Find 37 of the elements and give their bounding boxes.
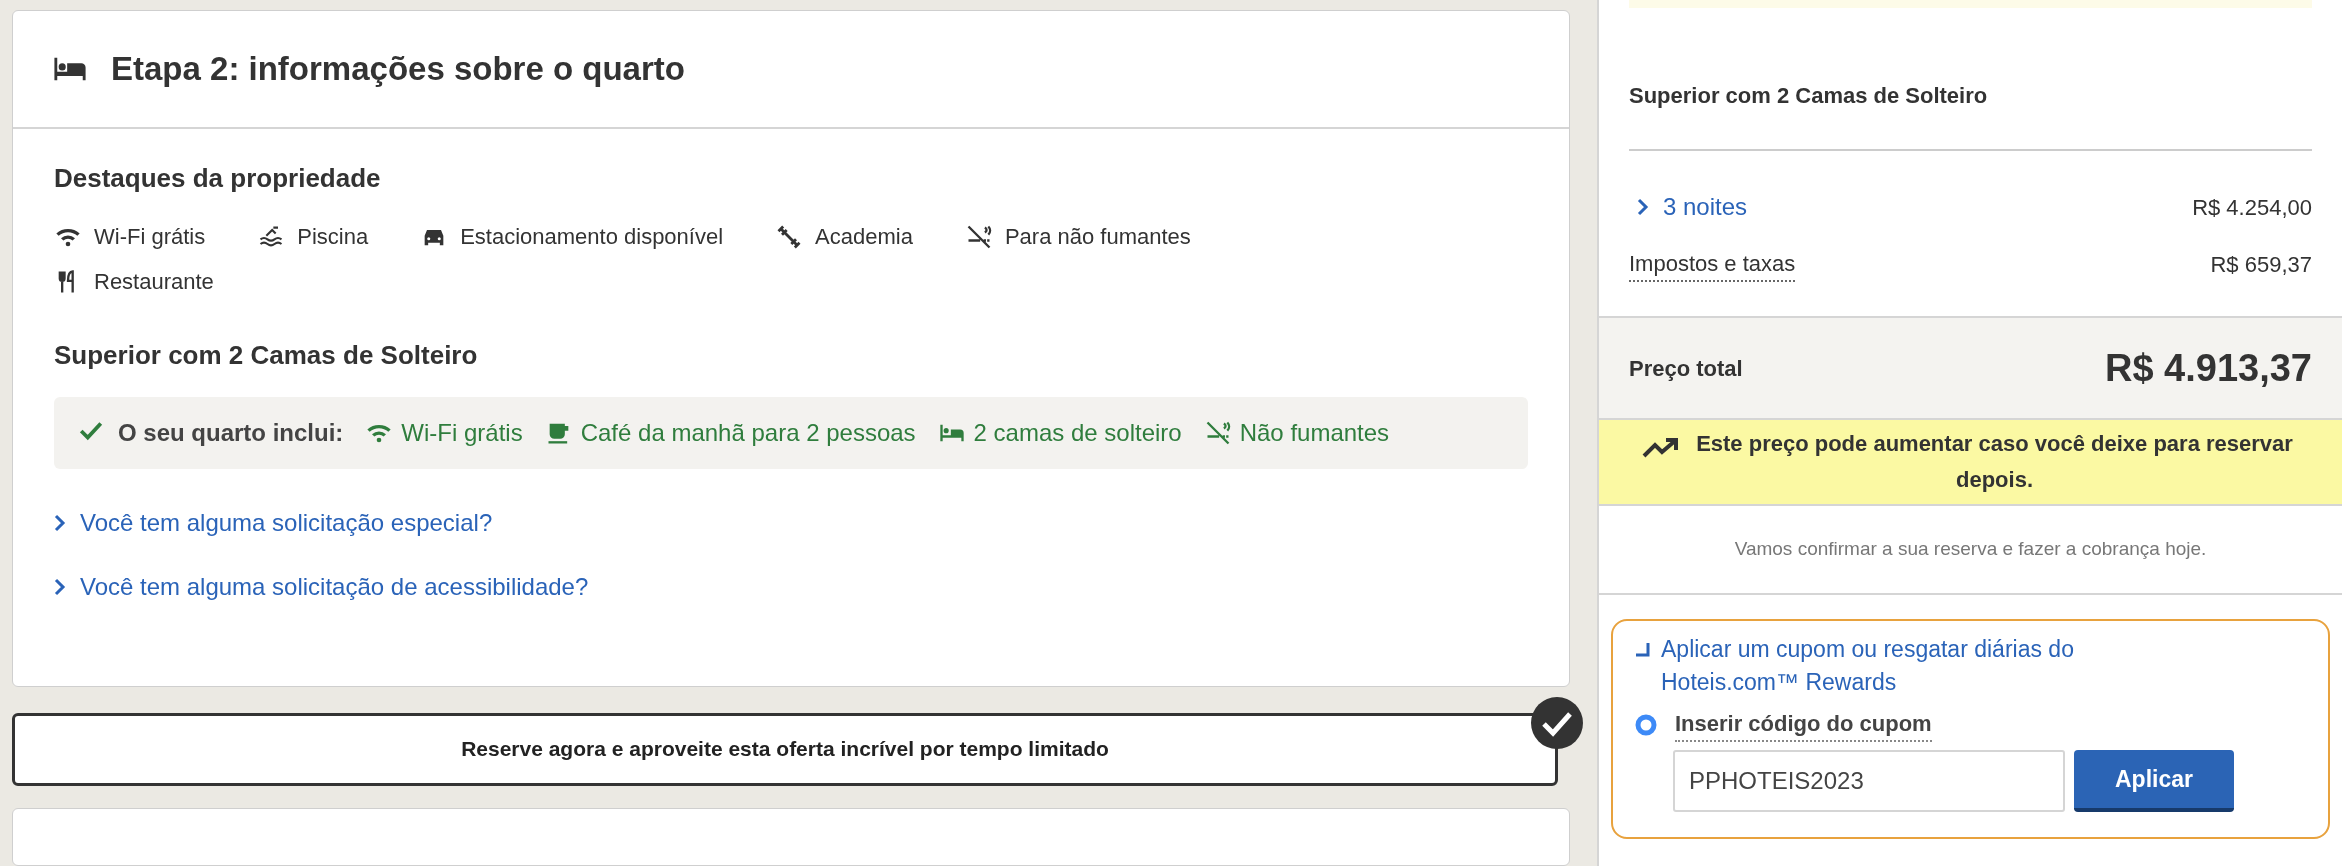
- confirm-note: Vamos confirmar a sua reserva e fazer a cobrança hoje.: [1734, 537, 2207, 562]
- coupon-toggle-link[interactable]: Aplicar um cupom ou resgatar diárias do Hoteis.com™ Rewards: [1635, 633, 2195, 699]
- nights-link[interactable]: 3 noites: [1629, 189, 1748, 225]
- corner-icon: [1635, 643, 1651, 657]
- included-feature: Não fumantes: [1239, 418, 1390, 448]
- room-title: Superior com 2 Camas de Solteiro: [54, 339, 479, 372]
- total-price: R$ 4.913,37: [2104, 345, 2312, 391]
- amenity-label: Academia: [815, 223, 913, 251]
- included-feature: Café da manhã para 2 pessoas: [580, 418, 916, 448]
- chevron-right-icon: [1637, 198, 1649, 216]
- coupon-code-field[interactable]: PPHOTEIS2023: [1673, 750, 2065, 812]
- chevron-right-icon: [54, 578, 66, 596]
- section-title: Etapa 2: informações sobre o quarto: [111, 49, 685, 90]
- apply-button[interactable]: Aplicar: [2074, 750, 2234, 812]
- radio-button[interactable]: [1635, 713, 1657, 736]
- total-label: Preço total: [1629, 354, 1743, 383]
- offer-text: Reserve agora e aproveite esta oferta incrível por tempo limitado: [461, 736, 1109, 763]
- taxes-label[interactable]: Impostos e taxas: [1629, 247, 1796, 282]
- included-feature: 2 camas de solteiro: [973, 418, 1182, 448]
- highlights-heading: Destaques da propriedade: [54, 162, 382, 195]
- price-amount: R$ 659,37: [2210, 251, 2312, 279]
- chevron-right-icon: [54, 514, 66, 532]
- amenity-label: Wi-Fi grátis: [94, 223, 206, 251]
- includes-label: O seu quarto inclui:: [118, 418, 344, 448]
- request-link[interactable]: Você tem alguma solicitação de acessibilidade?: [54, 569, 589, 605]
- coupon-option-label: Inserir código do cupom: [1675, 707, 1932, 742]
- room-title: Superior com 2 Camas de Solteiro: [1629, 82, 1989, 110]
- included-feature: Wi-Fi grátis: [401, 418, 523, 448]
- amenity-label: Restaurante: [94, 268, 214, 296]
- price-alert-text: Este preço pode aumentar caso você deixe para reservar depois.: [1695, 430, 2294, 494]
- bed-icon: [53, 56, 87, 82]
- trending-up-icon: [1641, 437, 1680, 459]
- request-link[interactable]: Você tem alguma solicitação especial?: [54, 505, 493, 541]
- amenity-label: Piscina: [297, 223, 369, 251]
- amenity-label: Estacionamento disponível: [460, 223, 724, 251]
- amenity-label: Para não fumantes: [1004, 223, 1191, 251]
- price-amount: R$ 4.254,00: [2192, 193, 2312, 222]
